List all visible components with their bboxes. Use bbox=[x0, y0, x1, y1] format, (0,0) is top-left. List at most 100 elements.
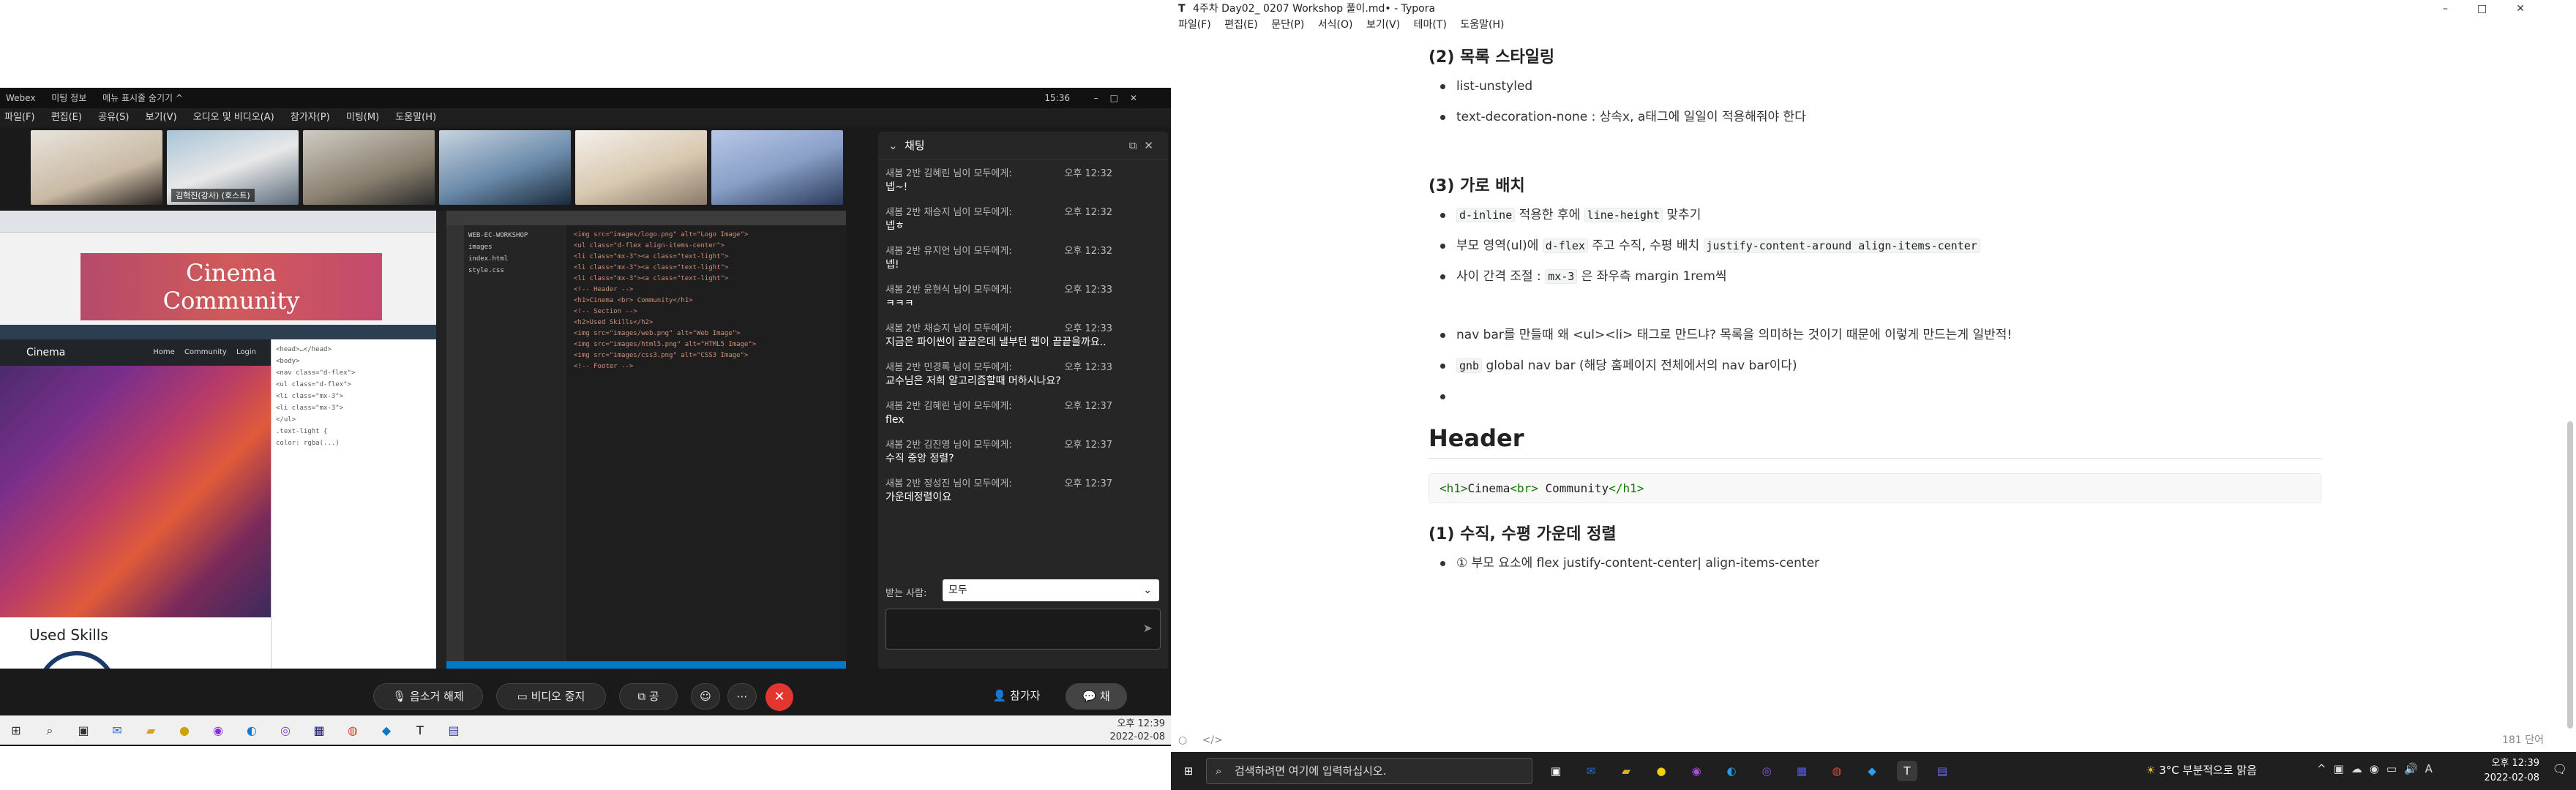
chat-message: 새봄 2반 김혜린 님이 모두에게: 오후 12:37 flex bbox=[886, 398, 1161, 426]
source-mode-icon[interactable]: </> bbox=[1202, 734, 1223, 746]
list-item: text-decoration-none : 상속x, a태그에 일일이 적용해… bbox=[1429, 107, 2321, 127]
msg-sender: 새봄 2반 정성진 님이 모두에게: bbox=[886, 478, 1012, 489]
msg-text: 지금은 파이썬이 끝끝은데 낼부턴 웹이 끝끝을까요.. bbox=[886, 336, 1107, 348]
edge-icon[interactable]: ◐ bbox=[1721, 761, 1742, 781]
folder-icon[interactable]: ▰ bbox=[141, 721, 161, 741]
vscode-icon[interactable]: ◆ bbox=[376, 721, 397, 741]
outline-toggle-icon[interactable]: ○ bbox=[1178, 734, 1187, 746]
left-taskbar: ⊞ ⌕ ▣ ✉ ▰ ● ◉ ◐ ◎ ▦ ◍ ◆ T ▤ 오후 12:39 202… bbox=[0, 715, 1171, 745]
app-icon[interactable]: ◉ bbox=[208, 721, 228, 741]
menu-view[interactable]: 보기(V) bbox=[1366, 19, 1400, 31]
search-icon[interactable]: ⌕ bbox=[40, 721, 60, 741]
participant-video[interactable] bbox=[575, 130, 707, 205]
typora-logo-icon: T bbox=[1178, 3, 1186, 15]
participant-video[interactable] bbox=[711, 130, 843, 205]
menu-help[interactable]: 도움말(H) bbox=[395, 112, 436, 123]
menu-participants[interactable]: 참가자(P) bbox=[291, 112, 330, 123]
participant-video-strip: 김혁진(강사) (호스트) bbox=[31, 130, 846, 205]
devtools-panel: <head>…</head> <body> <nav class="d-flex… bbox=[271, 339, 436, 669]
chevron-down-icon[interactable]: ⌄ bbox=[888, 132, 898, 159]
inline-code: d-flex bbox=[1542, 238, 1588, 253]
stop-video-button[interactable]: ▭ 비디오 중지 bbox=[496, 683, 606, 710]
menu-format[interactable]: 서식(O) bbox=[1318, 19, 1353, 31]
recipient-select[interactable]: 모두 ⌄ bbox=[943, 579, 1159, 601]
word-count[interactable]: 181 단어 bbox=[2502, 729, 2544, 752]
system-tray[interactable]: ^▣☁◉▭🔊A bbox=[2317, 762, 2440, 775]
typora-icon[interactable]: T bbox=[1897, 761, 1917, 781]
participant-video[interactable] bbox=[31, 130, 162, 205]
typora-icon[interactable]: T bbox=[410, 721, 430, 741]
participant-video[interactable]: 김혁진(강사) (호스트) bbox=[167, 130, 299, 205]
meeting-info-link[interactable]: 미팅 정보 bbox=[51, 93, 86, 103]
taskbar-search-input[interactable]: ⌕ 검색하려면 여기에 입력하십시오. bbox=[1206, 758, 1532, 784]
terminal-icon[interactable]: ▦ bbox=[309, 721, 329, 741]
app-icon[interactable]: ▤ bbox=[443, 721, 464, 741]
chat-message: 새봄 2반 김혜린 님이 모두에게: 오후 12:32 넵~! bbox=[886, 165, 1161, 194]
vscode-icon[interactable]: ◆ bbox=[1862, 761, 1882, 781]
windows-start-icon[interactable]: ⊞ bbox=[1178, 761, 1199, 781]
vscode-statusbar bbox=[446, 661, 846, 669]
webex-icon[interactable]: ◎ bbox=[1756, 761, 1777, 781]
more-button[interactable]: ⋯ bbox=[727, 683, 757, 710]
notification-icon[interactable]: 🗨 bbox=[2553, 762, 2567, 776]
left-taskbar-clock[interactable]: 오후 12:39 2022-02-08 bbox=[1109, 718, 1165, 744]
msg-time: 오후 12:33 bbox=[1064, 323, 1112, 334]
right-taskbar-clock[interactable]: 오후 12:39 2022-02-08 bbox=[2484, 756, 2539, 786]
scrollbar[interactable] bbox=[2567, 421, 2573, 729]
menu-edit[interactable]: 편집(E) bbox=[1224, 19, 1258, 31]
chrome-icon[interactable]: ◍ bbox=[1827, 761, 1847, 781]
popout-close-icons[interactable]: ⧉✕ bbox=[1129, 132, 1161, 159]
markdown-document[interactable]: (2) 목록 스타일링 list-unstyled text-decoratio… bbox=[1429, 35, 2321, 734]
kakaotalk-icon[interactable]: ● bbox=[174, 721, 195, 741]
reactions-button[interactable]: ☺ bbox=[691, 683, 720, 710]
app-icon[interactable]: ◉ bbox=[1686, 761, 1707, 781]
menu-meeting[interactable]: 미팅(M) bbox=[346, 112, 379, 123]
webex-icon[interactable]: ◎ bbox=[275, 721, 296, 741]
hide-menubar-link[interactable]: 메뉴 표시줄 숨기기 ^ bbox=[102, 93, 183, 103]
participants-button[interactable]: 👤 참가자 bbox=[978, 683, 1055, 710]
devtools-line: <li class="mx-3"> bbox=[276, 405, 344, 412]
participant-video[interactable] bbox=[439, 130, 571, 205]
typora-titlebar: T 4주차 Day02_ 0207 Workshop 풀이.md• - Typo… bbox=[1171, 0, 2576, 18]
menu-file[interactable]: 파일(F) bbox=[1178, 19, 1211, 31]
kakaotalk-icon[interactable]: ● bbox=[1651, 761, 1671, 781]
menu-audio-video[interactable]: 오디오 및 비디오(A) bbox=[193, 112, 274, 123]
code-block: <h1>Cinema<br> Community</h1> bbox=[1429, 473, 2321, 503]
chrome-icon[interactable]: ◍ bbox=[342, 721, 363, 741]
folder-icon[interactable]: ▰ bbox=[1616, 761, 1636, 781]
menu-file[interactable]: 파일(F) bbox=[4, 112, 35, 123]
nav-notes: nav bar를 만들때 왜 <ul><li> 태그로 만드냐? 목록을 의미하… bbox=[1429, 325, 2321, 407]
chat-input[interactable]: ➤ bbox=[886, 609, 1161, 650]
host-name-label: 김혁진(강사) (호스트) bbox=[171, 189, 255, 202]
code-line: <img src="images/html5.png" alt="HTML5 I… bbox=[574, 341, 757, 348]
menu-theme[interactable]: 테마(T) bbox=[1414, 19, 1447, 31]
windows-start-icon[interactable]: ⊞ bbox=[6, 721, 26, 741]
browser-tabbar bbox=[0, 211, 436, 233]
task-view-icon[interactable]: ▣ bbox=[1546, 761, 1566, 781]
end-call-button[interactable]: ✕ bbox=[765, 683, 793, 711]
code-token: <br> bbox=[1510, 481, 1538, 495]
window-controls[interactable]: –□✕ bbox=[1094, 88, 1149, 108]
task-view-icon[interactable]: ▣ bbox=[73, 721, 94, 741]
menu-help[interactable]: 도움말(H) bbox=[1460, 19, 1504, 31]
unmute-button[interactable]: 🎙 음소거 해제 bbox=[373, 683, 483, 710]
send-icon[interactable]: ➤ bbox=[1143, 621, 1153, 635]
share-button[interactable]: ⧉ 공유 bbox=[619, 683, 678, 728]
participant-video[interactable] bbox=[303, 130, 435, 205]
menu-paragraph[interactable]: 문단(P) bbox=[1271, 19, 1304, 31]
mail-icon[interactable]: ✉ bbox=[107, 721, 127, 741]
menu-share[interactable]: 공유(S) bbox=[98, 112, 129, 123]
menu-view[interactable]: 보기(V) bbox=[146, 112, 177, 123]
mail-icon[interactable]: ✉ bbox=[1581, 761, 1601, 781]
window-controls[interactable]: –□✕ bbox=[2443, 0, 2554, 18]
weather-widget[interactable]: ☀ 3°C 부분적으로 맑음 bbox=[2146, 762, 2257, 778]
menu-edit[interactable]: 편집(E) bbox=[51, 112, 82, 123]
msg-sender: 새봄 2반 윤현식 님이 모두에게: bbox=[886, 285, 1012, 296]
terminal-icon[interactable]: ▦ bbox=[1791, 761, 1812, 781]
empty-list-item bbox=[1429, 386, 2321, 407]
vscode-editor: <img src="images/logo.png" alt="Logo Ima… bbox=[569, 225, 843, 661]
chat-button[interactable]: 💬 채팅 bbox=[1066, 683, 1127, 728]
edge-icon[interactable]: ◐ bbox=[242, 721, 262, 741]
app-icon[interactable]: ▤ bbox=[1932, 761, 1952, 781]
devtools-line: <head>…</head> bbox=[276, 346, 332, 353]
